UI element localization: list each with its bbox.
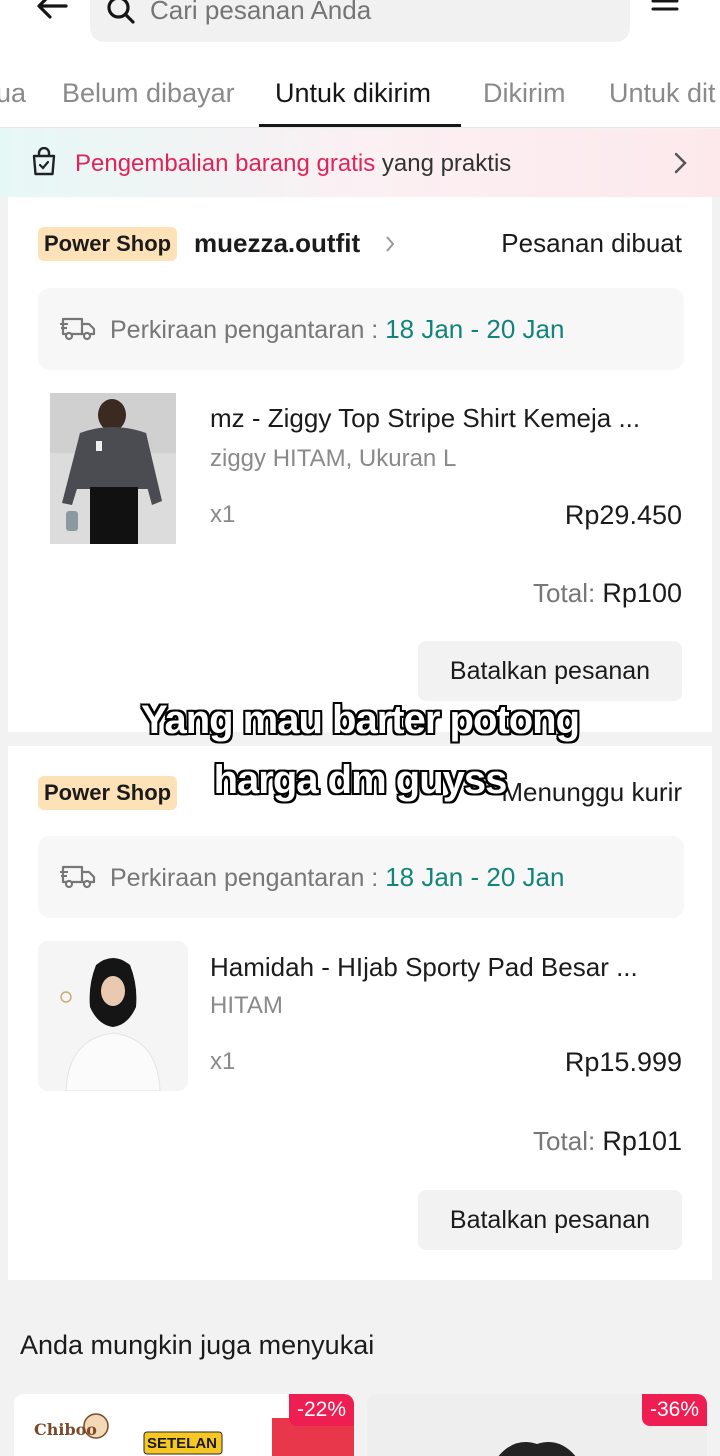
- product-name[interactable]: Hamidah - HIjab Sporty Pad Besar ...: [210, 952, 690, 983]
- video-caption-line-1: Yang mau barter potong: [140, 698, 580, 742]
- recommendations-title: Anda mungkin juga menyukai: [20, 1330, 375, 1360]
- order-card: Power Shop muezza.outfit Pesanan dibuat …: [8, 197, 712, 732]
- eta-text: Perkiraan pengantaran : 18 Jan - 20 Jan: [110, 314, 564, 345]
- cancel-order-button[interactable]: Batalkan pesanan: [418, 641, 682, 701]
- truck-icon: [60, 317, 96, 341]
- product-image[interactable]: [50, 393, 176, 544]
- order-page: ua Belum dibayar Untuk dikirim Dikirim U…: [0, 0, 720, 1456]
- recommended-product[interactable]: -36%: [367, 1394, 707, 1456]
- total-label: Total:: [533, 1126, 603, 1156]
- search-icon: [107, 0, 135, 24]
- product-qty: x1: [210, 501, 236, 528]
- product-image[interactable]: [38, 941, 188, 1091]
- order-status: Pesanan dibuat: [501, 228, 682, 258]
- product-variant: ziggy HITAM, Ukuran L: [210, 445, 457, 472]
- tab-shipped[interactable]: Dikirim: [483, 78, 565, 109]
- arrow-left-icon: [37, 0, 68, 19]
- delivery-estimate: Perkiraan pengantaran : 18 Jan - 20 Jan: [38, 288, 684, 370]
- product-price: Rp15.999: [564, 1047, 682, 1077]
- eta-date: 18 Jan - 20 Jan: [385, 862, 565, 892]
- total-value: Rp101: [602, 1126, 682, 1156]
- product-photo-shirt: [50, 393, 176, 544]
- product-photo-hijab: [38, 941, 188, 1091]
- discount-badge: -36%: [641, 1394, 707, 1426]
- chevron-right-icon: [674, 152, 687, 174]
- eta-label: Perkiraan pengantaran :: [110, 864, 386, 892]
- banner-rest: yang praktis: [375, 150, 512, 177]
- order-total: Total: Rp101: [533, 1126, 682, 1157]
- brand-logo-text: Chiboo: [34, 1420, 97, 1439]
- menu-button[interactable]: [650, 0, 686, 26]
- eta-text: Perkiraan pengantaran : 18 Jan - 20 Jan: [110, 862, 564, 893]
- product-qty: x1: [210, 1048, 236, 1075]
- product-name[interactable]: mz - Ziggy Top Stripe Shirt Kemeja ...: [210, 403, 690, 434]
- banner-highlight: Pengembalian barang gratis: [75, 150, 376, 177]
- chevron-right-icon: [386, 236, 395, 252]
- product-price: Rp29.450: [564, 500, 682, 530]
- shopping-bag-icon: [32, 147, 56, 176]
- discount-badge: -22%: [288, 1394, 354, 1426]
- banner-text: Pengembalian barang gratis yang praktis: [75, 150, 511, 178]
- total-label: Total:: [533, 578, 603, 608]
- shop-name[interactable]: muezza.outfit: [194, 228, 360, 259]
- video-caption-line-2: harga dm guyss: [213, 758, 508, 802]
- free-return-banner[interactable]: Pengembalian barang gratis yang praktis: [0, 129, 720, 197]
- delivery-estimate: Perkiraan pengantaran : 18 Jan - 20 Jan: [38, 836, 684, 918]
- status-tabs: ua Belum dibayar Untuk dikirim Dikirim U…: [0, 60, 720, 128]
- order-total: Total: Rp100: [533, 578, 682, 609]
- truck-icon: [60, 865, 96, 889]
- search-bar[interactable]: [90, 0, 630, 42]
- power-shop-badge: Power Shop: [38, 227, 178, 261]
- tab-unpaid[interactable]: Belum dibayar: [62, 78, 235, 109]
- order-card: Power Shop Menunggu kurir Perkiraan peng…: [8, 746, 712, 1280]
- cancel-order-button[interactable]: Batalkan pesanan: [418, 1190, 682, 1250]
- tab-to-review[interactable]: Untuk dit: [609, 78, 716, 109]
- active-tab-indicator: [259, 124, 461, 127]
- top-bar: [0, 0, 720, 60]
- tab-to-ship[interactable]: Untuk dikirim: [275, 78, 431, 109]
- recommended-product[interactable]: Chiboo SETELAN -22%: [14, 1394, 354, 1456]
- back-button[interactable]: [30, 0, 74, 28]
- hamburger-icon: [651, 0, 679, 11]
- product-variant: HITAM: [210, 992, 283, 1019]
- total-value: Rp100: [602, 578, 682, 608]
- search-input[interactable]: [150, 0, 580, 26]
- eta-date: 18 Jan - 20 Jan: [385, 314, 565, 344]
- tab-all[interactable]: ua: [0, 78, 26, 109]
- eta-label: Perkiraan pengantaran :: [110, 316, 386, 344]
- product-tag: SETELAN: [147, 1435, 218, 1452]
